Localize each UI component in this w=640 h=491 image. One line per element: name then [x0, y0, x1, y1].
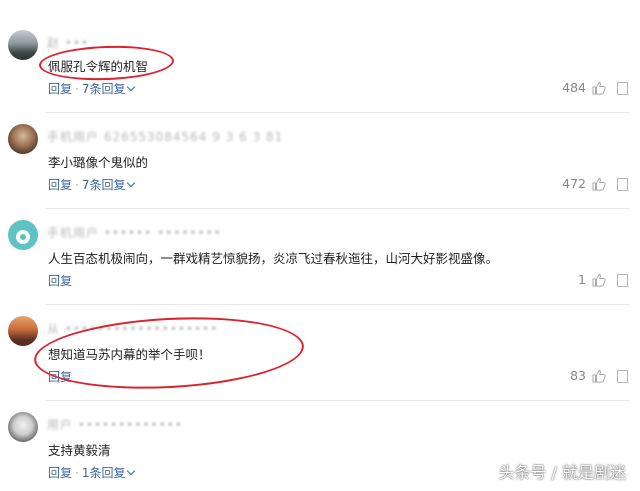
- like-count: 83: [570, 368, 586, 383]
- view-replies-button[interactable]: 7条回复: [82, 178, 126, 192]
- comment-text: 支持黄毅清: [48, 443, 111, 458]
- reply-button[interactable]: 回复: [48, 370, 72, 384]
- report-icon[interactable]: [617, 178, 628, 191]
- chevron-down-icon: [127, 178, 136, 188]
- comment-text: 人生百态机极闹向，一群戏精艺惊貌扬，炎凉飞过春秋迤往，山河大好影视盛像。: [48, 251, 499, 266]
- reply-button[interactable]: 回复: [48, 178, 72, 192]
- avatar[interactable]: [8, 316, 38, 346]
- comment-username[interactable]: 赵 •••: [47, 34, 89, 51]
- comment-text: 佩服孔令辉的机智: [48, 59, 149, 74]
- comment-username[interactable]: 从 •••••••••••••••••••: [47, 320, 218, 337]
- separator: ·: [75, 466, 79, 480]
- reply-button[interactable]: 回复: [48, 82, 72, 96]
- avatar[interactable]: [8, 220, 38, 250]
- like-count: 484: [562, 80, 586, 95]
- thumb-up-icon[interactable]: [592, 369, 606, 383]
- comment-actions: 回复 · 7条回复: [48, 80, 136, 97]
- reply-button[interactable]: 回复: [48, 466, 72, 480]
- comment-actions: 回复 · 7条回复: [48, 176, 136, 193]
- chevron-down-icon: [127, 82, 136, 92]
- thumb-up-icon[interactable]: [592, 273, 606, 287]
- report-icon[interactable]: [617, 370, 628, 383]
- like-count: 1: [578, 272, 586, 287]
- chevron-down-icon: [127, 466, 136, 476]
- thumb-up-icon[interactable]: [592, 81, 606, 95]
- comment-text: 李小璐像个鬼似的: [48, 155, 149, 170]
- divider: [46, 400, 630, 401]
- divider: [46, 112, 630, 113]
- comment-text: 想知道马苏内幕的举个手呗！: [48, 347, 211, 362]
- thumb-up-icon[interactable]: [592, 177, 606, 191]
- divider: [46, 304, 630, 305]
- comment-username[interactable]: 手机用户 626553084564 9 3 6 3 81: [47, 128, 283, 145]
- separator: ·: [75, 82, 79, 96]
- separator: ·: [75, 178, 79, 192]
- reply-button[interactable]: 回复: [48, 274, 72, 288]
- divider: [46, 208, 630, 209]
- comment-username[interactable]: 用户 •••••••••••••: [47, 416, 183, 433]
- comment-actions: 回复: [48, 368, 72, 385]
- watermark: 头条号 / 就是剧迷: [498, 463, 626, 482]
- default-avatar-icon: [16, 230, 30, 244]
- view-replies-button[interactable]: 1条回复: [82, 466, 126, 480]
- avatar[interactable]: [8, 30, 38, 60]
- like-count: 472: [562, 176, 586, 191]
- view-replies-button[interactable]: 7条回复: [82, 82, 126, 96]
- avatar[interactable]: [8, 412, 38, 442]
- comment-username[interactable]: 手机用户 •••••• ••••••••: [47, 224, 222, 241]
- report-icon[interactable]: [617, 82, 628, 95]
- report-icon[interactable]: [617, 274, 628, 287]
- avatar[interactable]: [8, 124, 38, 154]
- comment-actions: 回复 · 1条回复: [48, 464, 136, 481]
- comment-actions: 回复: [48, 272, 72, 289]
